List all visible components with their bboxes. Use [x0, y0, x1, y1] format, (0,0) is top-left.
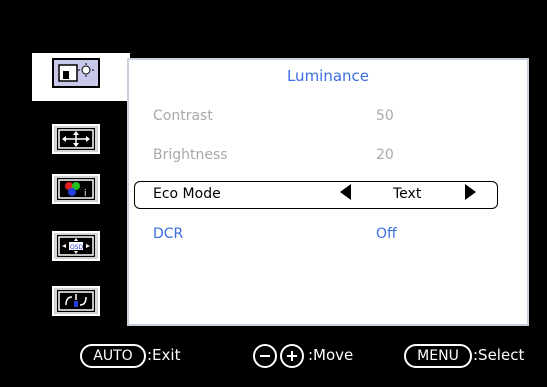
row-value-dcr: Off [376, 226, 397, 242]
luminance-icon-graphic [58, 63, 94, 82]
plus-icon[interactable] [280, 344, 304, 368]
move-arrows-icon [57, 128, 95, 150]
move-action-label: :Move [308, 346, 354, 364]
rgb-dots-icon: i [57, 178, 95, 200]
row-label-dcr[interactable]: DCR [153, 226, 183, 242]
row-value-eco-mode: Text [393, 186, 422, 202]
svg-text:OSD: OSD [70, 244, 84, 251]
osd-setup-icon[interactable]: OSD [52, 231, 100, 261]
row-value-brightness: 20 [376, 147, 394, 163]
key-guide-bar: AUTO :Exit :Move MENU :Select [0, 340, 547, 380]
auto-action-label: :Exit [147, 346, 181, 364]
left-arrow-icon[interactable] [340, 184, 351, 200]
menu-key[interactable]: MENU [404, 344, 472, 368]
svg-text:i: i [84, 189, 87, 199]
extra-icon[interactable] [52, 286, 100, 316]
row-value-contrast: 50 [376, 108, 394, 124]
auto-key[interactable]: AUTO [80, 344, 146, 368]
image-setup-icon[interactable] [52, 124, 100, 154]
menu-title: Luminance [286, 67, 370, 85]
luminance-icon[interactable] [52, 58, 100, 88]
osd-arrows-icon: OSD [57, 235, 95, 257]
reset-arrows-icon [57, 290, 95, 312]
row-label-brightness[interactable]: Brightness [153, 147, 228, 163]
row-label-eco-mode: Eco Mode [153, 186, 221, 202]
minus-icon[interactable] [253, 344, 277, 368]
row-label-contrast[interactable]: Contrast [153, 108, 213, 124]
menu-action-label: :Select [473, 346, 525, 364]
right-arrow-icon[interactable] [465, 184, 476, 200]
color-setup-icon[interactable]: i [52, 174, 100, 204]
